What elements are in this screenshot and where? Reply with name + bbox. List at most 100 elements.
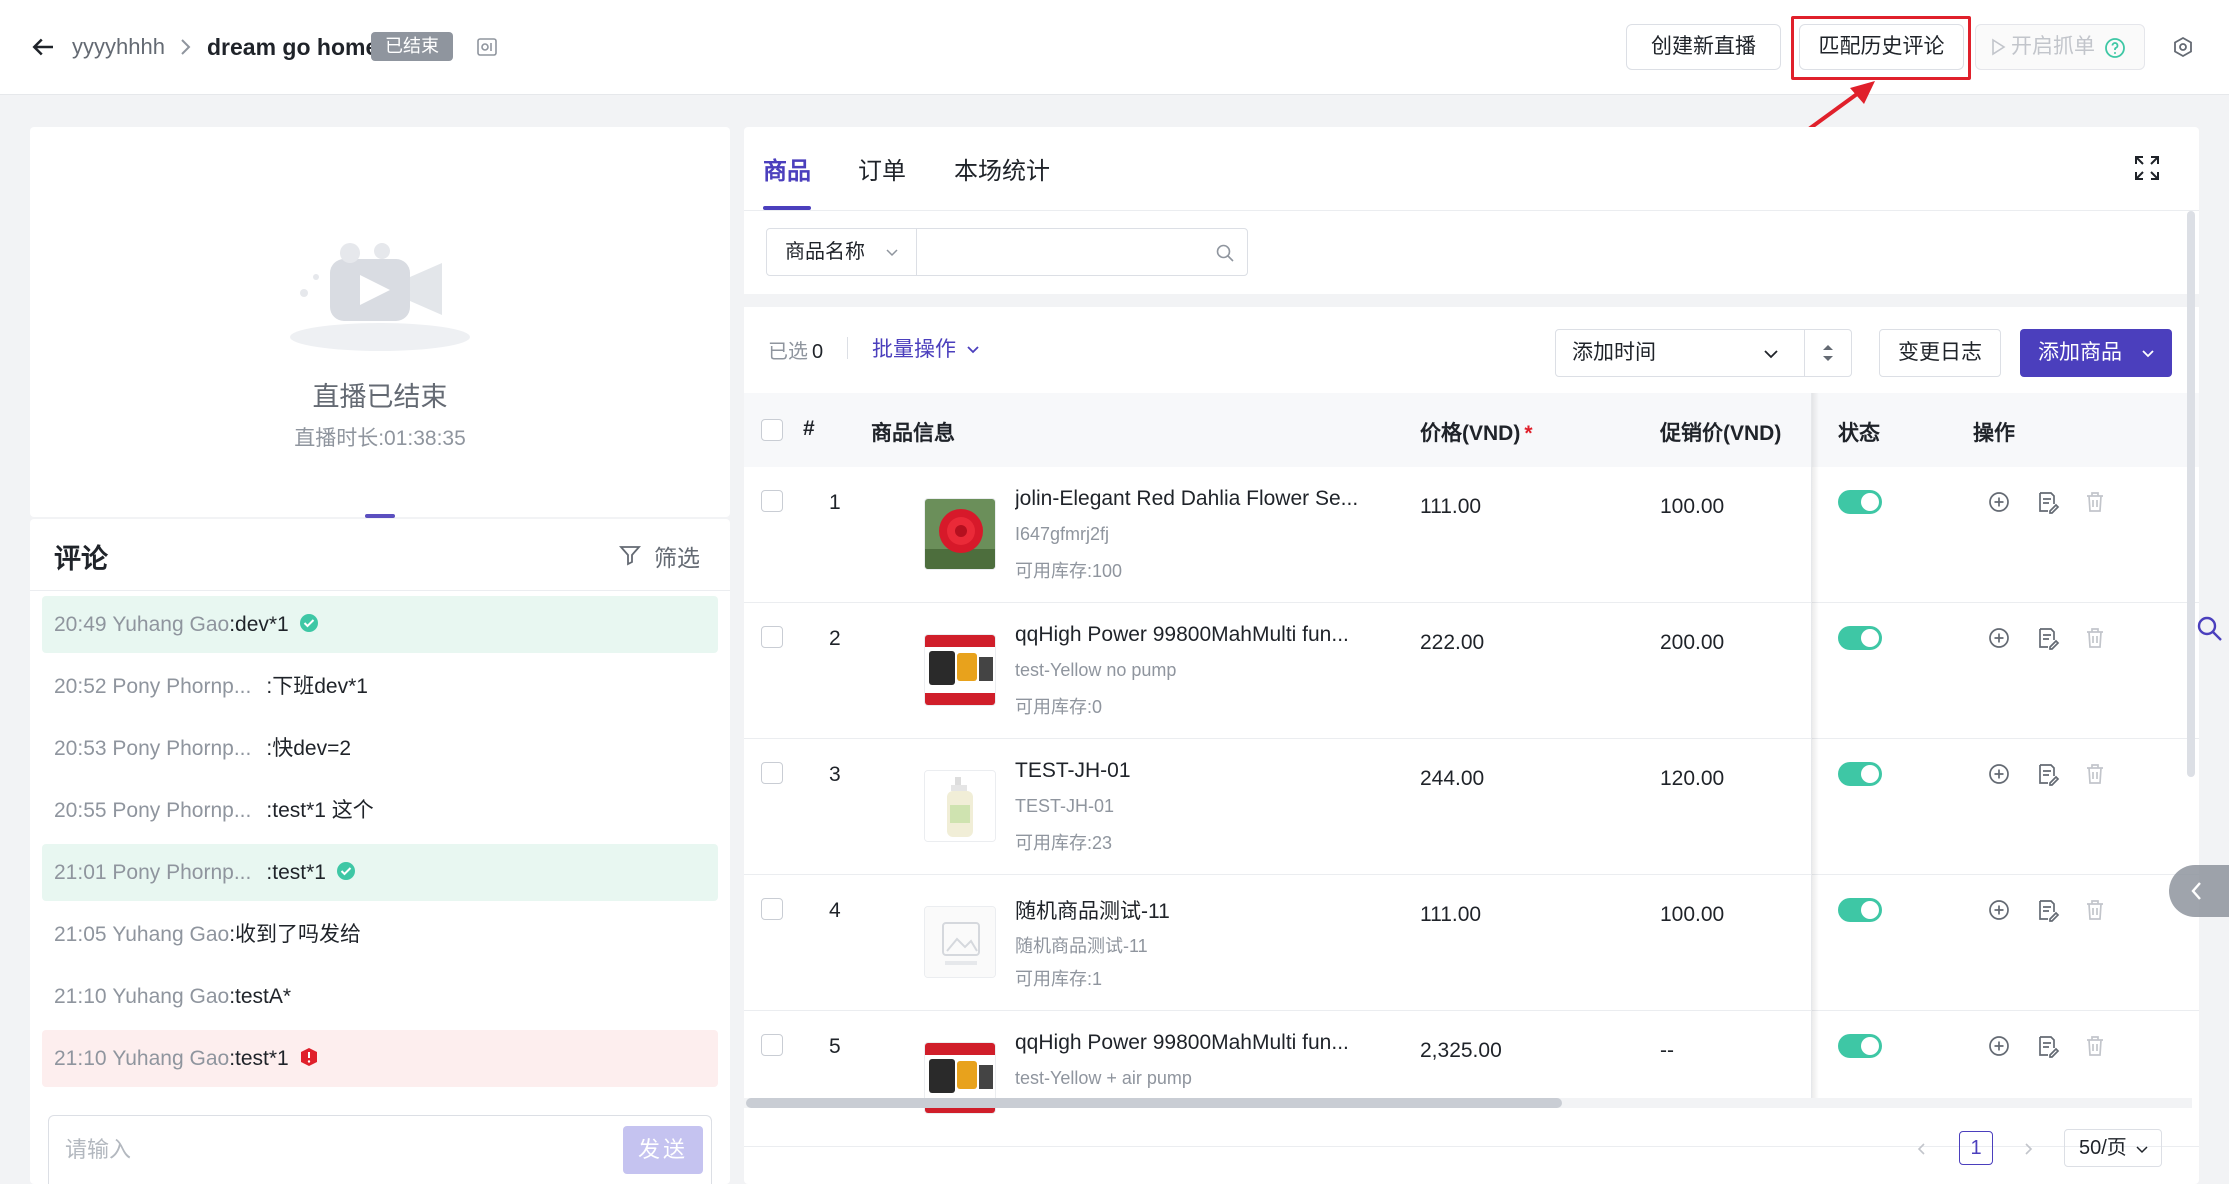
comment-time: 21:10 xyxy=(54,985,107,1008)
edit-document-icon[interactable] xyxy=(2034,761,2060,787)
col-product-info: 商品信息 xyxy=(871,422,955,445)
fullscreen-icon[interactable] xyxy=(2132,153,2162,183)
comment-header: 评论 筛选 xyxy=(30,519,730,591)
row-checkbox[interactable] xyxy=(761,898,783,920)
row-checkbox[interactable] xyxy=(761,490,783,512)
table-row[interactable]: 4 随机商品测试-11 随机商品测试-11 可用库存:1 111.00 100.00 xyxy=(744,875,2199,1011)
selected-number: 0 xyxy=(812,341,824,363)
comment-item[interactable]: 21:01 Pony Phornp...:test*1 xyxy=(42,844,718,901)
comment-author: Pony Phornp... xyxy=(112,675,252,698)
table-row[interactable]: 2 qqHigh Power 99800MahMulti fun... test-Y… xyxy=(744,603,2199,739)
page-size-select[interactable]: 50/页 xyxy=(2064,1129,2162,1167)
comment-item[interactable]: 21:10 Yuhang Gao:test*1 xyxy=(42,1030,718,1087)
panel-resize-handle[interactable] xyxy=(365,514,395,518)
row-index: 4 xyxy=(829,899,841,922)
add-circle-icon[interactable] xyxy=(1986,489,2012,515)
edit-document-icon[interactable] xyxy=(2034,489,2060,515)
change-log-button[interactable]: 变更日志 xyxy=(1879,329,2001,377)
product-name[interactable]: TEST-JH-01 xyxy=(1015,759,1375,783)
page-current[interactable]: 1 xyxy=(1959,1131,1993,1165)
horizontal-scrollbar[interactable] xyxy=(746,1098,1562,1108)
add-circle-icon[interactable] xyxy=(1986,897,2012,923)
comment-item[interactable]: 21:05 Yuhang Gao:收到了吗发给 xyxy=(42,906,718,963)
edit-document-icon[interactable] xyxy=(2034,897,2060,923)
status-toggle[interactable] xyxy=(1838,762,1882,786)
product-promo-price: 100.00 xyxy=(1660,495,1725,518)
delete-trash-icon[interactable] xyxy=(2082,489,2108,515)
tab-orders[interactable]: 订单 xyxy=(858,151,906,186)
edit-document-icon[interactable] xyxy=(2034,625,2060,651)
product-stock: 可用库存:100 xyxy=(1015,561,1123,581)
floating-search-icon[interactable] xyxy=(2195,614,2225,644)
add-circle-icon[interactable] xyxy=(1986,761,2012,787)
settings-icon[interactable] xyxy=(2170,35,2196,61)
delete-trash-icon[interactable] xyxy=(2082,1033,2108,1059)
error-alert-icon xyxy=(300,1048,317,1067)
screen-record-icon[interactable] xyxy=(476,36,498,58)
col-promo-price: 促销价(VND) xyxy=(1660,422,1782,445)
col-actions: 操作 xyxy=(1973,422,2015,445)
delete-trash-icon[interactable] xyxy=(2082,625,2108,651)
search-icon[interactable] xyxy=(1215,243,1235,263)
comment-item[interactable]: 20:52 Pony Phornp...:下班dev*1 xyxy=(42,658,718,715)
create-live-button[interactable]: 创建新直播 xyxy=(1626,24,1781,70)
add-circle-icon[interactable] xyxy=(1986,625,2012,651)
status-toggle[interactable] xyxy=(1838,626,1882,650)
comment-input[interactable] xyxy=(65,1130,605,1170)
table-row[interactable]: 1 jolin-Elegant Red Dahlia Flower Se... I6… xyxy=(744,467,2199,603)
comment-text: :test*1 xyxy=(229,1047,289,1070)
product-sku: TEST-JH-01 xyxy=(1015,796,1115,816)
breadcrumb-user[interactable]: yyyyhhhh xyxy=(72,32,165,62)
delete-trash-icon[interactable] xyxy=(2082,761,2108,787)
status-toggle[interactable] xyxy=(1838,490,1882,514)
comment-item[interactable]: 20:55 Pony Phornp...:test*1 这个 xyxy=(42,782,718,839)
add-circle-icon[interactable] xyxy=(1986,1033,2012,1059)
chevron-down-icon xyxy=(967,346,979,354)
check-circle-icon xyxy=(336,862,355,881)
product-name[interactable]: 随机商品测试-11 xyxy=(1015,895,1375,925)
side-drawer-toggle[interactable] xyxy=(2169,865,2229,917)
sort-field-select[interactable]: 添加时间 xyxy=(1555,329,1805,377)
table-row[interactable]: 3 TEST-JH-01 TEST-JH-01 可用库存:23 244.00 120.00 xyxy=(744,739,2199,875)
start-capture-button[interactable]: 开启抓单 xyxy=(1975,24,2145,70)
sort-field-label: 添加时间 xyxy=(1572,341,1656,364)
product-promo-price: 120.00 xyxy=(1660,767,1725,790)
delete-trash-icon[interactable] xyxy=(2082,897,2108,923)
product-stock: 可用库存:0 xyxy=(1015,697,1103,717)
comment-item[interactable]: 20:49 Yuhang Gao:dev*1 xyxy=(42,596,718,653)
product-name[interactable]: qqHigh Power 99800MahMulti fun... xyxy=(1015,623,1375,647)
search-input[interactable] xyxy=(927,237,1197,267)
status-toggle[interactable] xyxy=(1838,1034,1882,1058)
back-arrow-icon[interactable] xyxy=(28,32,58,62)
row-index: 3 xyxy=(829,763,841,786)
bulk-actions-dropdown[interactable]: 批量操作 xyxy=(872,333,980,363)
product-sku: test-Yellow + air pump xyxy=(1015,1068,1192,1088)
product-name[interactable]: jolin-Elegant Red Dahlia Flower Se... xyxy=(1015,487,1375,511)
row-checkbox[interactable] xyxy=(761,1034,783,1056)
comment-title: 评论 xyxy=(54,544,108,574)
vertical-scrollbar[interactable] xyxy=(2187,211,2195,777)
product-name[interactable]: qqHigh Power 99800MahMulti fun... xyxy=(1015,1031,1375,1055)
sort-order-toggle[interactable] xyxy=(1804,329,1852,377)
tab-products[interactable]: 商品 xyxy=(763,151,811,186)
edit-document-icon[interactable] xyxy=(2034,1033,2060,1059)
comment-text: :test*1 xyxy=(266,861,326,884)
comment-item[interactable]: 21:10 Yuhang Gao:testA* xyxy=(42,968,718,1025)
product-price: 244.00 xyxy=(1420,767,1485,790)
top-bar: yyyyhhhh dream go home 已结束 创建新直播 匹配历史评论 … xyxy=(0,0,2229,95)
comment-item[interactable]: 20:53 Pony Phornp...:快dev=2 xyxy=(42,720,718,777)
send-button[interactable]: 发送 xyxy=(623,1126,703,1174)
status-toggle[interactable] xyxy=(1838,898,1882,922)
search-field-select[interactable]: 商品名称 xyxy=(767,229,917,275)
tab-session-stats[interactable]: 本场统计 xyxy=(954,151,1050,186)
row-checkbox[interactable] xyxy=(761,762,783,784)
add-product-button[interactable]: 添加商品 xyxy=(2020,329,2172,377)
help-icon[interactable] xyxy=(2104,37,2126,59)
product-price: 2,325.00 xyxy=(1420,1039,1502,1062)
tab-bar: 商品 订单 本场统计 xyxy=(744,127,2199,211)
product-thumbnail xyxy=(924,498,996,570)
select-all-checkbox[interactable] xyxy=(761,419,783,441)
prev-page-icon[interactable] xyxy=(1914,1141,1930,1157)
row-checkbox[interactable] xyxy=(761,626,783,648)
next-page-icon[interactable] xyxy=(2020,1141,2036,1157)
